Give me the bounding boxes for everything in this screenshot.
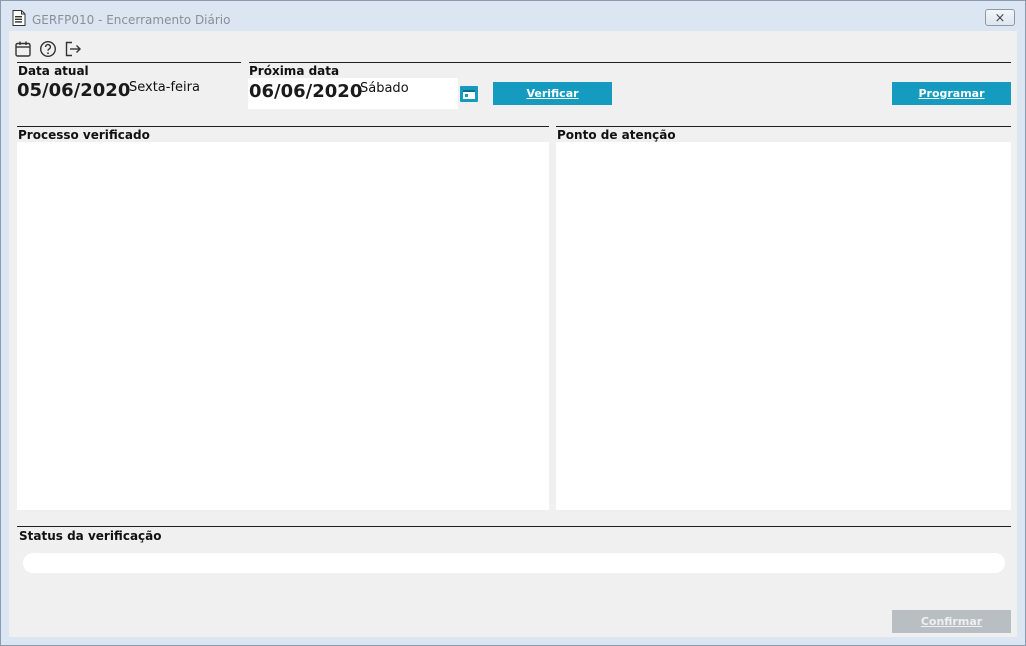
ponto-divider — [556, 126, 1011, 127]
title-bar[interactable]: GERFP010 - Encerramento Diário ⨯ — [1, 1, 1025, 31]
status-label: Status da verificação — [19, 529, 162, 543]
data-atual-divider — [17, 62, 241, 63]
document-icon — [12, 10, 26, 26]
calendar-icon[interactable] — [14, 40, 32, 58]
close-icon: ⨯ — [994, 10, 1006, 25]
proxima-data-value: 06/06/2020 — [249, 81, 363, 102]
date-picker-icon[interactable] — [459, 85, 479, 103]
data-atual-value: 05/06/2020 — [17, 80, 131, 101]
ponto-label: Ponto de atenção — [557, 128, 676, 142]
processo-divider — [17, 126, 549, 127]
processo-label: Processo verificado — [18, 128, 150, 142]
confirmar-button[interactable]: Confirmar — [892, 610, 1011, 633]
verificar-button[interactable]: Verificar — [493, 82, 612, 105]
main-window: GERFP010 - Encerramento Diário ⨯ Data at… — [0, 0, 1026, 646]
status-progress-bar — [23, 553, 1005, 573]
processo-verificado-panel[interactable] — [17, 142, 549, 510]
proxima-data-label: Próxima data — [249, 64, 340, 78]
ponto-atencao-panel[interactable] — [556, 142, 1011, 510]
window-title: GERFP010 - Encerramento Diário — [32, 13, 231, 27]
client-area: Data atual 05/06/2020 Sexta-feira Próxim… — [9, 31, 1017, 637]
proxima-data-divider — [249, 62, 1011, 63]
data-atual-weekday: Sexta-feira — [129, 80, 200, 95]
status-divider — [17, 526, 1011, 527]
data-atual-label: Data atual — [18, 64, 89, 78]
proxima-data-field[interactable]: 06/06/2020 Sábado — [248, 78, 458, 109]
close-button[interactable]: ⨯ — [985, 9, 1015, 26]
proxima-data-weekday: Sábado — [360, 81, 409, 96]
programar-button[interactable]: Programar — [892, 82, 1011, 105]
exit-icon[interactable] — [64, 40, 82, 58]
help-icon[interactable] — [39, 40, 57, 58]
